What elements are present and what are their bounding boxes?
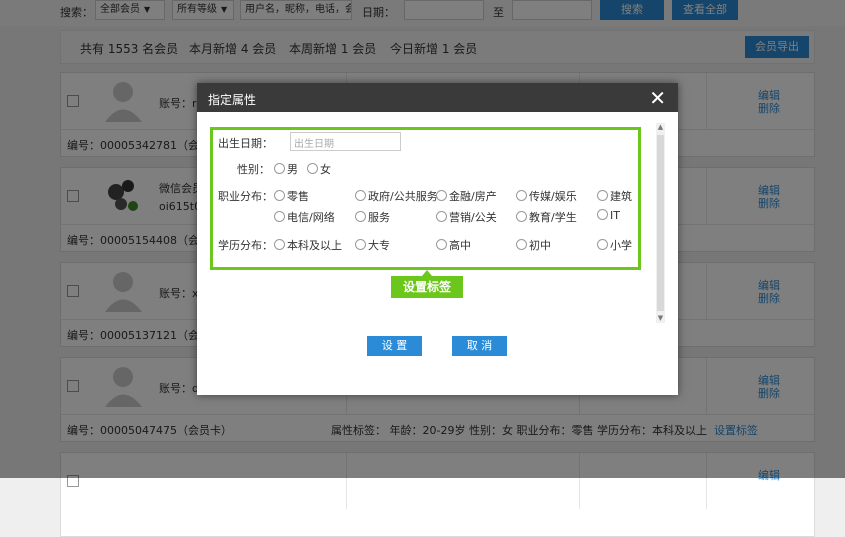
birth-date-input[interactable]: 出生日期 (290, 132, 401, 151)
option-label: 高中 (449, 239, 471, 252)
radio-icon (274, 190, 285, 201)
option-label: 女 (320, 163, 331, 176)
option-label: 营销/公关 (449, 211, 497, 224)
option-label: 零售 (287, 190, 309, 203)
gender-option[interactable]: 男 (274, 161, 298, 177)
option-label: 金融/房产 (449, 190, 497, 203)
radio-icon (516, 211, 527, 222)
job-option[interactable]: 政府/公共服务 (355, 188, 438, 204)
radio-icon (516, 190, 527, 201)
option-label: 建筑 (610, 190, 632, 203)
education-option[interactable]: 本科及以上 (274, 237, 342, 253)
job-option[interactable]: 金融/房产 (436, 188, 497, 204)
education-option[interactable]: 大专 (355, 237, 390, 253)
radio-icon (436, 190, 447, 201)
dialog-header: 指定属性 ✕ (197, 83, 678, 112)
radio-icon (436, 239, 447, 250)
option-label: 传媒/娱乐 (529, 190, 577, 203)
attribute-form: 出生日期： 出生日期 性别： 男 女 职业分布： 零售 政府/公共服务 金融/房… (210, 127, 641, 270)
job-option[interactable]: 电信/网络 (274, 209, 335, 225)
radio-icon (597, 239, 608, 250)
option-label: 本科及以上 (287, 239, 342, 252)
set-tags-callout: 设置标签 (391, 270, 463, 298)
scrollbar[interactable]: ▲ ▼ (656, 123, 665, 323)
education-label: 学历分布： (218, 239, 273, 252)
job-option[interactable]: 营销/公关 (436, 209, 497, 225)
option-label: 服务 (368, 211, 390, 224)
option-label: 男 (287, 163, 298, 176)
option-label: IT (610, 209, 620, 222)
job-option[interactable]: 教育/学生 (516, 209, 577, 225)
attribute-dialog: 指定属性 ✕ ▲ ▼ 出生日期： 出生日期 性别： 男 女 职业分布： 零售 政… (197, 83, 678, 395)
radio-icon (355, 211, 366, 222)
job-option[interactable]: 服务 (355, 209, 390, 225)
close-icon[interactable]: ✕ (649, 86, 666, 110)
radio-icon (597, 190, 608, 201)
job-option[interactable]: 零售 (274, 188, 309, 204)
job-option[interactable]: 建筑 (597, 188, 632, 204)
radio-icon (516, 239, 527, 250)
radio-icon (307, 163, 318, 174)
confirm-button[interactable]: 设 置 (367, 336, 422, 356)
scroll-up-icon[interactable]: ▲ (656, 123, 665, 132)
birth-date-placeholder: 出生日期 (294, 139, 334, 150)
radio-icon (355, 239, 366, 250)
radio-icon (274, 239, 285, 250)
radio-icon (274, 211, 285, 222)
radio-icon (597, 209, 608, 220)
option-label: 政府/公共服务 (368, 190, 438, 203)
education-option[interactable]: 高中 (436, 237, 471, 253)
job-label: 职业分布： (218, 190, 273, 203)
radio-icon (274, 163, 285, 174)
option-label: 大专 (368, 239, 390, 252)
scrollbar-thumb[interactable] (657, 135, 664, 311)
radio-icon (355, 190, 366, 201)
job-option[interactable]: IT (597, 209, 620, 222)
gender-label: 性别： (237, 163, 270, 176)
radio-icon (436, 211, 447, 222)
birth-label: 出生日期： (218, 137, 273, 150)
option-label: 初中 (529, 239, 551, 252)
gender-option[interactable]: 女 (307, 161, 331, 177)
job-option[interactable]: 传媒/娱乐 (516, 188, 577, 204)
education-option[interactable]: 小学 (597, 237, 632, 253)
option-label: 教育/学生 (529, 211, 577, 224)
scroll-down-icon[interactable]: ▼ (656, 314, 665, 323)
cancel-button[interactable]: 取 消 (452, 336, 507, 356)
option-label: 电信/网络 (287, 211, 335, 224)
option-label: 小学 (610, 239, 632, 252)
education-option[interactable]: 初中 (516, 237, 551, 253)
dialog-title: 指定属性 (208, 93, 257, 107)
